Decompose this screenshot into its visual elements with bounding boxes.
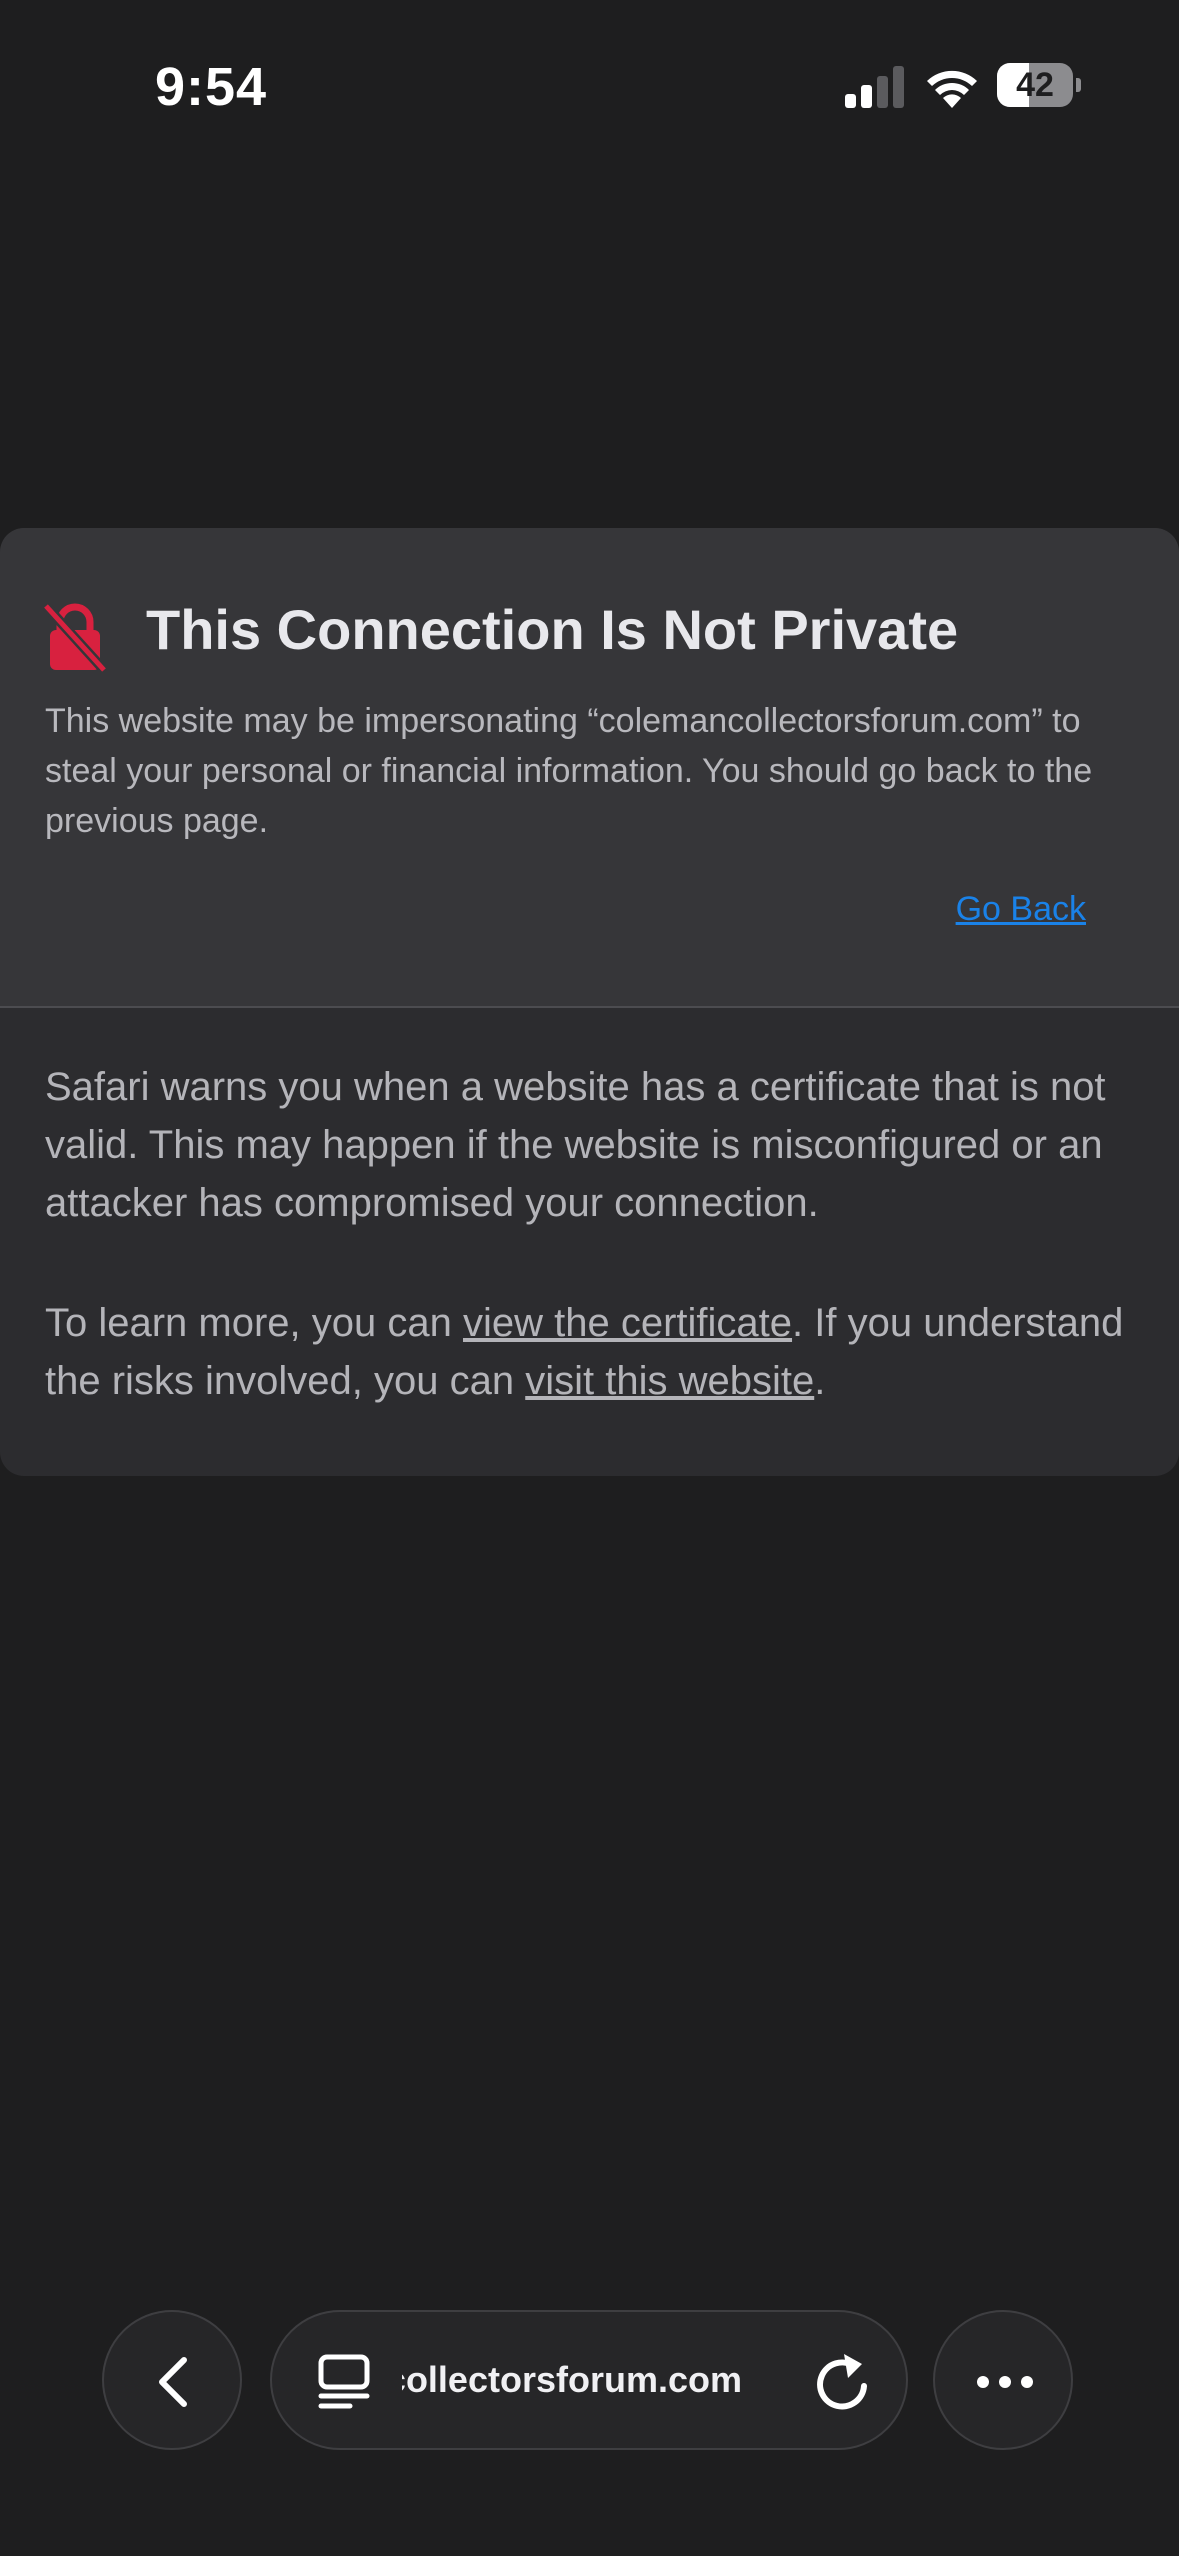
battery-level: 42 <box>1016 66 1054 104</box>
status-time: 9:54 <box>155 57 268 117</box>
learn-more-suffix: . <box>814 1359 826 1403</box>
bottom-toolbar: colemancollectorsforum.com <box>0 2310 1179 2454</box>
ellipsis-icon <box>977 2376 1033 2388</box>
more-options-button[interactable] <box>933 2310 1073 2450</box>
certificate-explanation: Safari warns you when a website has a ce… <box>45 1065 1106 1225</box>
warning-header-section: This Connection Is Not Private This webs… <box>0 528 1179 1006</box>
chevron-left-icon <box>159 2357 187 2407</box>
visit-website-link[interactable]: visit this website <box>525 1359 814 1403</box>
battery-indicator: 42 <box>997 63 1081 107</box>
warning-card: This Connection Is Not Private This webs… <box>0 528 1179 1476</box>
divider <box>0 1006 1179 1008</box>
warning-message: This website may be impersonating “colem… <box>45 702 1093 840</box>
broken-lock-icon <box>42 602 108 672</box>
tabs-icon[interactable] <box>318 2354 370 2410</box>
url-text[interactable]: colemancollectorsforum.com <box>402 2312 742 2448</box>
battery-body: 42 <box>997 63 1073 107</box>
cellular-signal-icon <box>845 66 904 108</box>
wifi-icon <box>927 70 977 108</box>
learn-more-prefix: To learn more, you can <box>45 1301 463 1345</box>
url-value: colemancollectorsforum.com <box>402 2359 742 2400</box>
reload-icon[interactable] <box>814 2352 870 2410</box>
screen: 9:54 42 This Connection Is Not Private T… <box>0 0 1179 2556</box>
view-certificate-link[interactable]: view the certificate <box>463 1301 792 1345</box>
learn-more-paragraph: To learn more, you can view the certific… <box>45 1294 1155 1410</box>
address-bar[interactable]: colemancollectorsforum.com <box>270 2310 908 2450</box>
back-button[interactable] <box>102 2310 242 2450</box>
warning-title: This Connection Is Not Private <box>146 598 959 661</box>
go-back-link[interactable]: Go Back <box>956 884 1086 934</box>
status-bar: 9:54 42 <box>0 0 1179 160</box>
battery-cap <box>1076 78 1081 92</box>
